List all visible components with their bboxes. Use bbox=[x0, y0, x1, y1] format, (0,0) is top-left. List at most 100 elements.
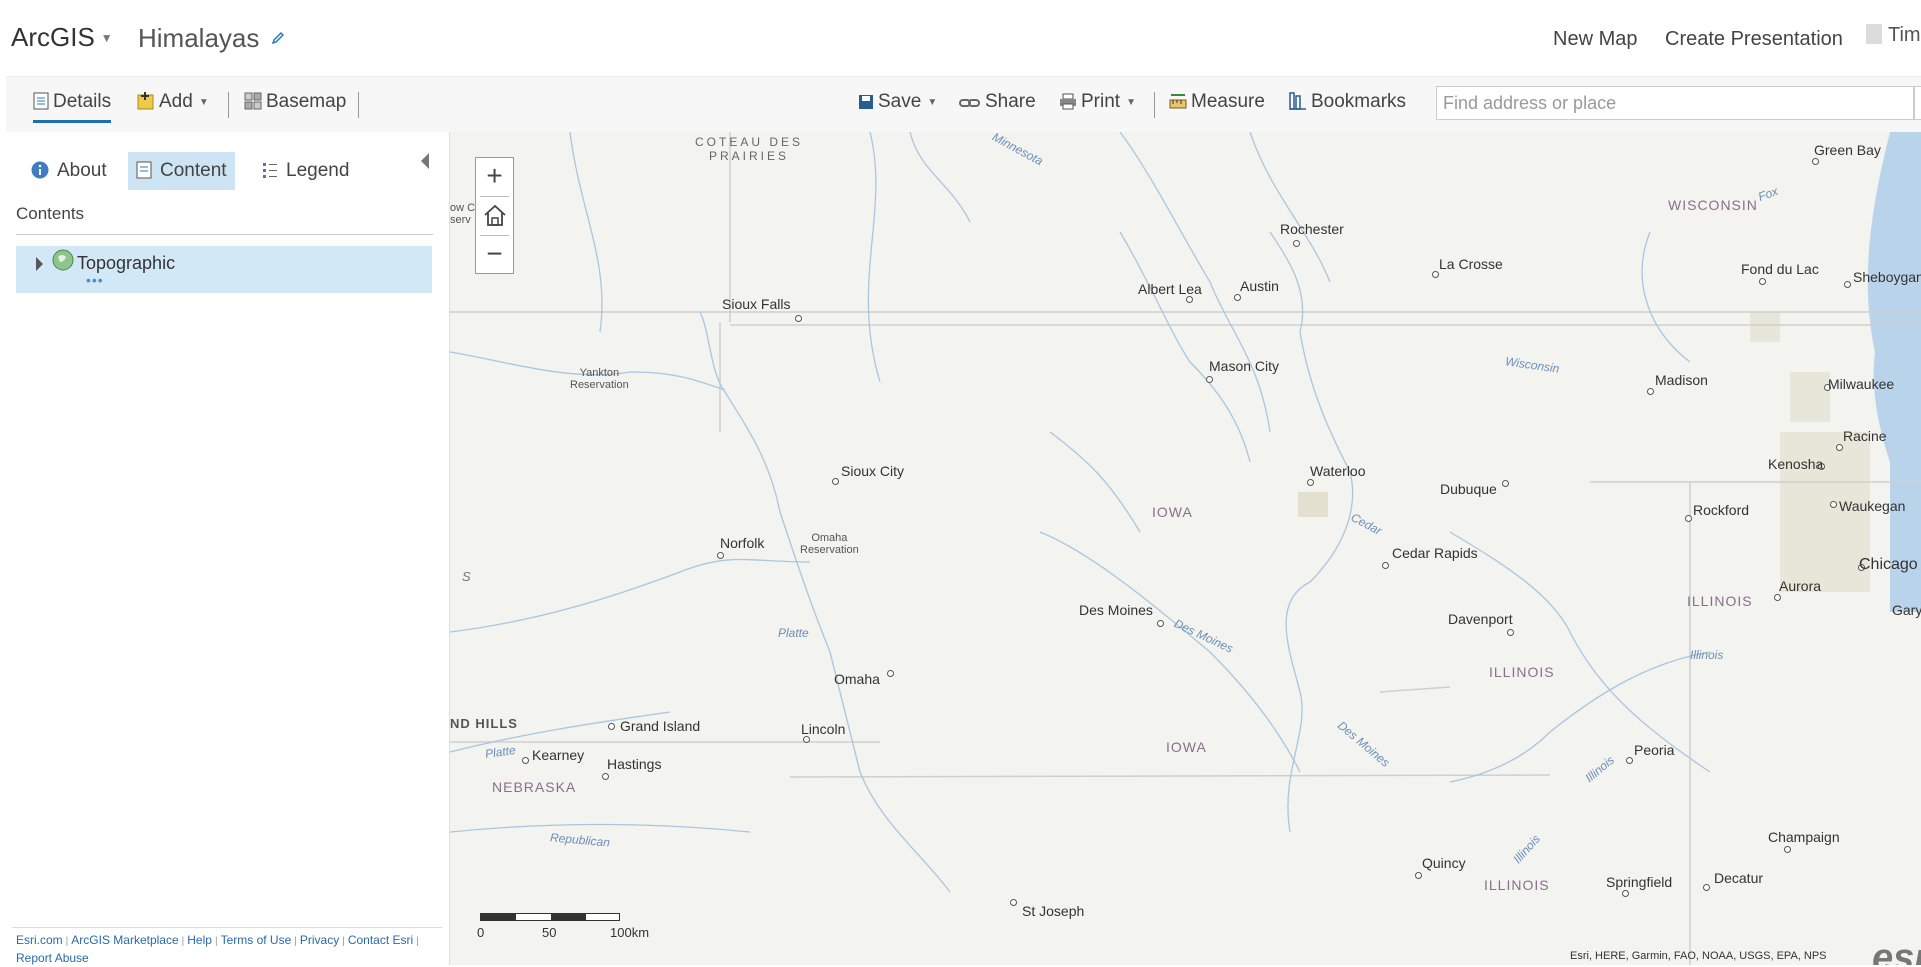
city-marker bbox=[1186, 296, 1193, 303]
side-panel: About Content Legend Contents Topographi… bbox=[6, 132, 450, 965]
city-label: Dubuque bbox=[1440, 481, 1497, 497]
collapse-panel-icon[interactable] bbox=[421, 153, 429, 169]
city-marker bbox=[1382, 562, 1389, 569]
layer-item-topographic[interactable]: Topographic ••• bbox=[16, 246, 432, 293]
scale-bar-graphic bbox=[480, 913, 620, 921]
state-label: IOWA bbox=[1152, 504, 1193, 520]
city-label: Mason City bbox=[1209, 358, 1280, 374]
zoom-in-button[interactable]: + bbox=[476, 158, 513, 196]
reservation-label-line: Reservation bbox=[570, 379, 629, 391]
state-label: ILLINOIS bbox=[1484, 877, 1550, 893]
home-button[interactable] bbox=[476, 197, 513, 235]
state-label: WISCONSIN bbox=[1668, 197, 1758, 213]
footer-link-report-abuse[interactable]: Report Abuse bbox=[16, 951, 89, 965]
footer-links: Esri.com | ArcGIS Marketplace | Help | Terms o… bbox=[16, 932, 436, 967]
user-menu[interactable]: Tim bbox=[1866, 24, 1921, 47]
basemap-globe-icon bbox=[52, 249, 74, 271]
city-marker bbox=[1759, 278, 1766, 285]
basemap-button[interactable]: Basemap bbox=[244, 91, 346, 113]
city-label: Champaign bbox=[1768, 829, 1840, 845]
footer-link-terms[interactable]: Terms of Use bbox=[221, 933, 292, 947]
bookmarks-button[interactable]: Bookmarks bbox=[1289, 91, 1406, 113]
separator: | bbox=[294, 936, 297, 947]
city-label: Sheboygan bbox=[1853, 269, 1921, 285]
city-label: Davenport bbox=[1448, 611, 1513, 627]
city-marker bbox=[1626, 757, 1633, 764]
city-label: Rochester bbox=[1280, 221, 1344, 237]
share-button[interactable]: Share bbox=[959, 91, 1036, 113]
details-button[interactable]: Details bbox=[33, 91, 112, 123]
city-label: Des Moines bbox=[1079, 602, 1153, 618]
city-label: Austin bbox=[1240, 278, 1279, 294]
new-map-link[interactable]: New Map bbox=[1553, 28, 1637, 51]
city-label: La Crosse bbox=[1439, 256, 1503, 272]
esri-logo[interactable]: esri bbox=[1872, 937, 1921, 965]
river-label: Illinois bbox=[1690, 648, 1724, 662]
tab-about[interactable]: About bbox=[23, 152, 115, 190]
save-button[interactable]: Save ▼ bbox=[858, 91, 937, 113]
zoom-out-button[interactable]: − bbox=[476, 236, 513, 274]
city-marker bbox=[1234, 294, 1241, 301]
region-label: S bbox=[462, 569, 471, 584]
region-label-line: COTEAU DES bbox=[695, 135, 804, 149]
create-presentation-link[interactable]: Create Presentation bbox=[1665, 28, 1843, 51]
arcgis-menu[interactable]: ArcGIS ▼ bbox=[11, 22, 113, 53]
share-label: Share bbox=[985, 91, 1036, 112]
expand-triangle-icon[interactable] bbox=[36, 257, 43, 271]
reservation-label-line: ow C bbox=[450, 202, 476, 214]
city-marker bbox=[1836, 444, 1843, 451]
city-label: Waterloo bbox=[1310, 463, 1366, 479]
separator: | bbox=[181, 936, 185, 947]
footer-link-contact[interactable]: Contact Esri bbox=[348, 933, 413, 947]
city-marker bbox=[1784, 846, 1791, 853]
city-label: Springfield bbox=[1606, 874, 1673, 890]
state-label: NEBRASKA bbox=[492, 779, 577, 795]
region-label-line: PRAIRIES bbox=[709, 149, 790, 163]
city-label: Gary bbox=[1892, 602, 1921, 618]
legend-icon bbox=[263, 163, 277, 178]
footer-link-esri[interactable]: Esri.com bbox=[16, 933, 63, 947]
footer-link-help[interactable]: Help bbox=[187, 933, 212, 947]
add-button[interactable]: Add ▼ bbox=[137, 91, 209, 113]
city-label: Omaha bbox=[834, 671, 880, 687]
city-marker bbox=[602, 773, 609, 780]
footer-link-marketplace[interactable]: ArcGIS Marketplace bbox=[71, 933, 178, 947]
footer-link-privacy[interactable]: Privacy bbox=[300, 933, 339, 947]
content-icon bbox=[136, 161, 152, 179]
city-marker bbox=[1830, 501, 1837, 508]
city-label: Waukegan bbox=[1839, 498, 1906, 514]
zoom-control: + − bbox=[475, 157, 514, 274]
tab-legend-label: Legend bbox=[286, 160, 350, 181]
map-attribution[interactable]: Esri, HERE, Garmin, FAO, NOAA, USGS, EPA… bbox=[1570, 950, 1827, 962]
basemap-tiles bbox=[450, 132, 1921, 965]
tab-content[interactable]: Content bbox=[128, 152, 235, 190]
state-label: ILLINOIS bbox=[1489, 664, 1555, 680]
pencil-icon[interactable] bbox=[270, 30, 286, 46]
map-view[interactable]: + − COTEAU DES PRAIRIES Yankton Reservatio… bbox=[450, 132, 1921, 965]
reservation-label-line: serv bbox=[450, 214, 471, 226]
city-label: Cedar Rapids bbox=[1392, 545, 1478, 561]
city-label: Sioux Falls bbox=[722, 296, 791, 312]
divider bbox=[228, 92, 229, 118]
city-marker bbox=[717, 552, 724, 559]
city-marker bbox=[1432, 271, 1439, 278]
separator: | bbox=[65, 936, 69, 947]
search-button[interactable] bbox=[1914, 86, 1921, 120]
caret-down-icon: ▼ bbox=[198, 97, 209, 108]
search-input[interactable] bbox=[1436, 86, 1914, 120]
user-name: Tim bbox=[1888, 24, 1921, 46]
tab-about-label: About bbox=[57, 160, 107, 181]
measure-button[interactable]: Measure bbox=[1169, 91, 1265, 113]
details-icon bbox=[33, 92, 49, 110]
tab-content-label: Content bbox=[160, 160, 227, 181]
layer-options-icon[interactable]: ••• bbox=[86, 272, 104, 288]
reservation-label-line: Omaha bbox=[811, 532, 848, 544]
state-label: ILLINOIS bbox=[1687, 593, 1753, 609]
print-button[interactable]: Print ▼ bbox=[1059, 91, 1136, 113]
save-icon bbox=[859, 95, 873, 109]
tab-legend[interactable]: Legend bbox=[254, 152, 357, 190]
city-marker bbox=[1010, 899, 1017, 906]
reservation-label: ow Cserv bbox=[450, 202, 475, 226]
separator: | bbox=[416, 936, 419, 947]
measure-label: Measure bbox=[1191, 91, 1265, 112]
